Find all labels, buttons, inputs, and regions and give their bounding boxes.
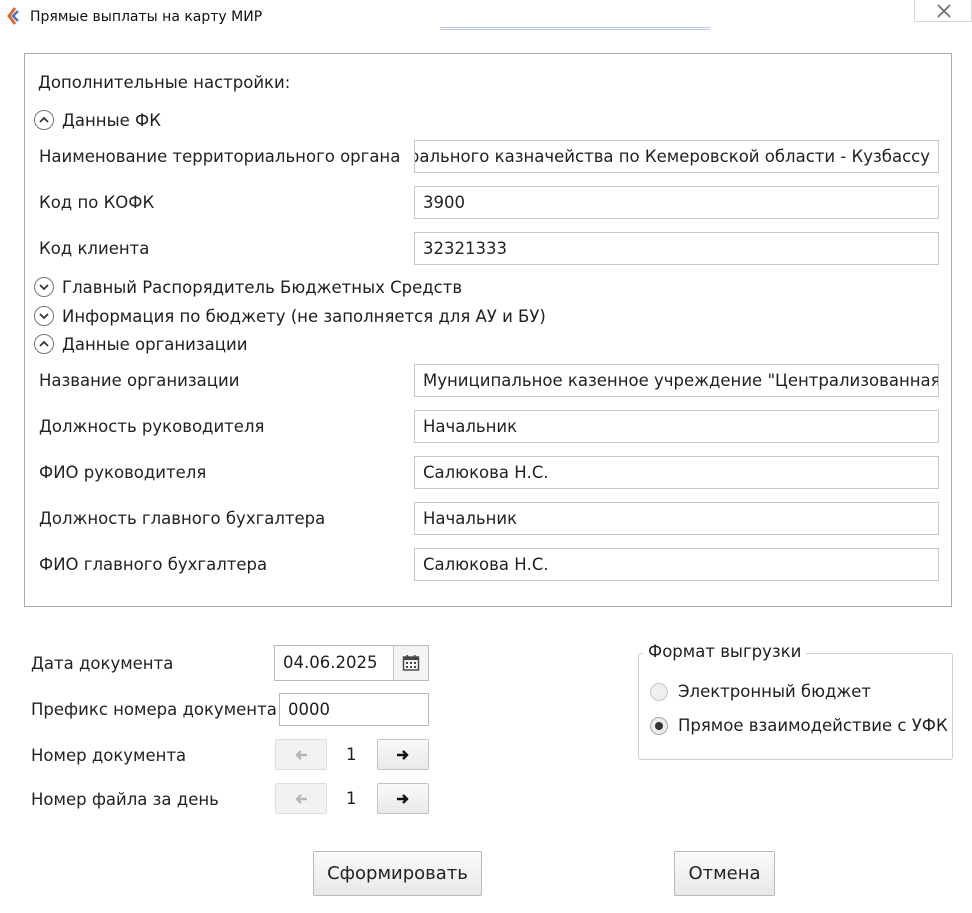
section-label-budget: Информация по бюджету (не заполняется дл… <box>62 306 546 326</box>
accountant-position-input[interactable]: Начальник <box>414 502 939 535</box>
field-label-client-code: Код клиента <box>39 239 150 258</box>
field-label-org-name: Название организации <box>39 371 240 390</box>
field-label-doc-prefix: Префикс номера документа <box>31 700 277 719</box>
app-logo-icon <box>7 7 19 25</box>
kofk-code-input[interactable]: 3900 <box>414 186 939 219</box>
calendar-icon <box>402 655 420 671</box>
section-label-org: Данные организации <box>62 334 248 354</box>
field-label-territorial-body: Наименование территориального органа <box>39 147 401 166</box>
territorial-body-input[interactable]: Управление Федерального казначейства по … <box>414 140 939 173</box>
doc-prefix-input[interactable]: 0000 <box>279 693 429 726</box>
document-date-picker[interactable]: 04.06.2025 <box>274 645 429 681</box>
window-title: Прямые выплаты на карту МИР <box>30 9 263 25</box>
doc-number-prev-button[interactable] <box>275 739 327 770</box>
arrow-right-icon <box>397 794 409 804</box>
section-toggle-grbs[interactable]: Главный Распорядитель Бюджетных Средств <box>34 276 462 298</box>
file-number-next-button[interactable] <box>377 783 429 814</box>
section-toggle-org[interactable]: Данные организации <box>34 333 247 355</box>
arrow-left-icon <box>295 750 307 760</box>
chevron-down-icon <box>34 277 54 297</box>
file-number-prev-button[interactable] <box>275 783 327 814</box>
arrow-right-icon <box>397 750 409 760</box>
close-icon <box>937 4 951 18</box>
radio-electronic-budget[interactable] <box>650 683 668 701</box>
background-window-edge <box>440 26 710 30</box>
chevron-down-icon <box>34 306 54 326</box>
territorial-body-value: Управление Федерального казначейства по … <box>415 147 930 166</box>
field-label-head-position: Должность руководителя <box>39 417 265 436</box>
field-label-head-name: ФИО руководителя <box>39 463 207 482</box>
radio-label-electronic-budget[interactable]: Электронный бюджет <box>678 682 871 701</box>
field-label-file-number: Номер файла за день <box>31 790 219 809</box>
section-toggle-fk[interactable]: Данные ФК <box>34 109 161 131</box>
client-code-input[interactable]: 32321333 <box>414 232 939 265</box>
head-name-input[interactable]: Салюкова Н.С. <box>414 456 939 489</box>
doc-number-value: 1 <box>346 745 357 764</box>
calendar-button[interactable] <box>393 646 428 680</box>
settings-heading: Дополнительные настройки: <box>38 73 291 92</box>
section-label-grbs: Главный Распорядитель Бюджетных Средств <box>62 277 463 297</box>
doc-number-next-button[interactable] <box>377 739 429 770</box>
section-label-fk: Данные ФК <box>62 110 161 130</box>
export-format-group <box>638 653 953 760</box>
cancel-button[interactable]: Отмена <box>674 851 775 896</box>
org-name-input[interactable]: Муниципальное казенное учреждение "Центр… <box>414 364 939 397</box>
radio-label-direct-ufk[interactable]: Прямое взаимодействие с УФК <box>678 716 948 735</box>
section-toggle-budget[interactable]: Информация по бюджету (не заполняется дл… <box>34 305 546 327</box>
file-number-value: 1 <box>346 789 357 808</box>
chevron-up-icon <box>34 334 54 354</box>
field-label-kofk-code: Код по КОФК <box>39 193 155 212</box>
field-label-document-date: Дата документа <box>31 654 174 673</box>
submit-button[interactable]: Сформировать <box>313 851 482 896</box>
export-format-legend: Формат выгрузки <box>643 642 807 661</box>
field-label-accountant-name: ФИО главного бухгалтера <box>39 555 268 574</box>
close-button[interactable] <box>914 0 972 22</box>
field-label-doc-number: Номер документа <box>31 746 187 765</box>
radio-direct-ufk[interactable] <box>650 717 668 735</box>
arrow-left-icon <box>295 794 307 804</box>
head-position-input[interactable]: Начальник <box>414 410 939 443</box>
field-label-accountant-position: Должность главного бухгалтера <box>39 509 326 528</box>
document-date-value: 04.06.2025 <box>283 653 378 672</box>
chevron-up-icon <box>34 110 54 130</box>
accountant-name-input[interactable]: Салюкова Н.С. <box>414 548 939 581</box>
window-titlebar: Прямые выплаты на карту МИР <box>0 0 972 33</box>
